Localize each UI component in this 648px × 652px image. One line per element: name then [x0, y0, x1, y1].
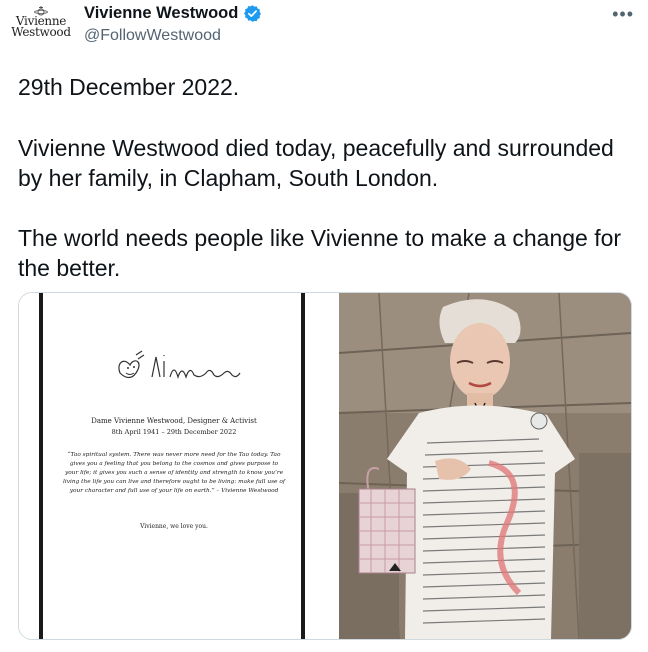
more-options-icon[interactable]: •••: [612, 4, 634, 25]
memorial-card-image[interactable]: Dame Vivienne Westwood, Designer & Activ…: [19, 293, 337, 639]
card-quote: “Tao spiritual system. There was never m…: [63, 452, 285, 494]
tweet-text: 29th December 2022. Vivienne Westwood di…: [18, 72, 638, 283]
card-dates: 8th April 1941 – 29th December 2022: [111, 428, 237, 436]
signature-image: [118, 350, 241, 380]
avatar[interactable]: Vivienne Westwood: [10, 6, 72, 50]
user-handle[interactable]: @FollowWestwood: [84, 27, 221, 45]
card-closing: Vivienne, we love you.: [140, 523, 208, 530]
tweet-paragraph: 29th December 2022.: [18, 74, 240, 100]
card-border-left: [39, 293, 43, 639]
display-name[interactable]: Vivienne Westwood: [84, 4, 238, 23]
card-title: Dame Vivienne Westwood, Designer & Activ…: [91, 417, 257, 425]
name-row: Vivienne Westwood: [84, 4, 262, 23]
tweet-paragraph: The world needs people like Vivienne to …: [18, 225, 622, 281]
portrait-photo-icon: [339, 293, 631, 639]
portrait-photo[interactable]: [339, 293, 631, 639]
tweet-media[interactable]: Dame Vivienne Westwood, Designer & Activ…: [18, 292, 632, 640]
card-border-right: [301, 293, 305, 639]
verified-badge-icon: [244, 5, 262, 22]
tweet-paragraph: Vivienne Westwood died today, peacefully…: [18, 135, 614, 191]
avatar-logo-line2: Westwood: [11, 25, 71, 39]
tweet-header: Vivienne Westwood Vivienne Westwood @Fol…: [0, 0, 648, 60]
